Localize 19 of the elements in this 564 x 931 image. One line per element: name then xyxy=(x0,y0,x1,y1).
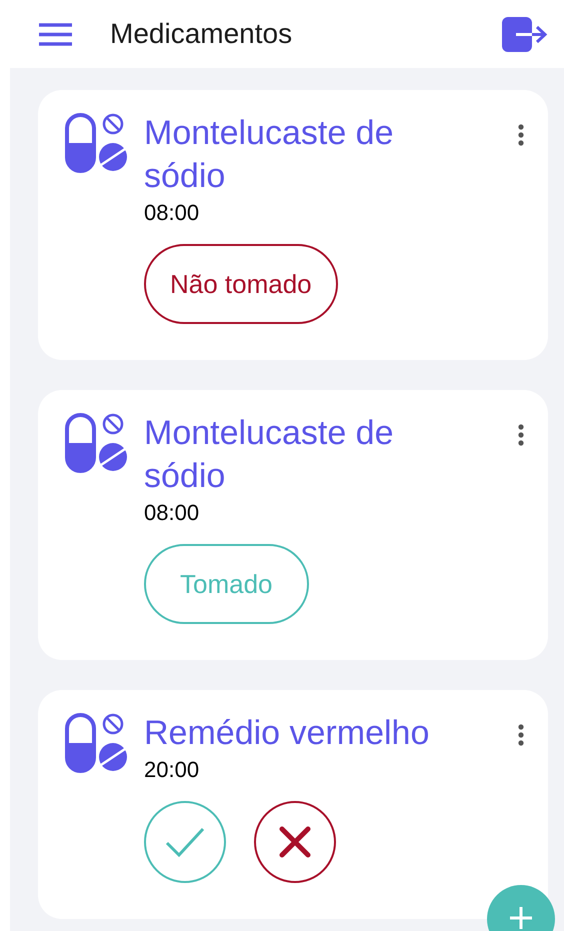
medication-time: 20:00 xyxy=(144,757,200,783)
pills-icon xyxy=(64,712,128,774)
close-icon xyxy=(278,825,312,859)
medication-name: Montelucaste de sódio xyxy=(144,413,394,497)
medication-time: 08:00 xyxy=(144,500,200,526)
pills-icon xyxy=(64,112,128,174)
checkmark-icon xyxy=(165,826,205,858)
logout-icon[interactable] xyxy=(502,16,548,52)
medication-time: 08:00 xyxy=(144,200,200,226)
medication-name: Remédio vermelho xyxy=(144,713,430,754)
more-options-icon[interactable] xyxy=(518,724,524,746)
medication-name: Montelucaste de sódio xyxy=(144,113,394,197)
more-options-icon[interactable] xyxy=(518,424,524,446)
menu-icon[interactable] xyxy=(39,22,72,46)
pills-icon xyxy=(64,412,128,474)
page-title: Medicamentos xyxy=(110,18,294,50)
plus-icon xyxy=(510,907,532,929)
status-button[interactable]: Não tomado xyxy=(144,244,338,324)
more-options-icon[interactable] xyxy=(518,124,524,146)
